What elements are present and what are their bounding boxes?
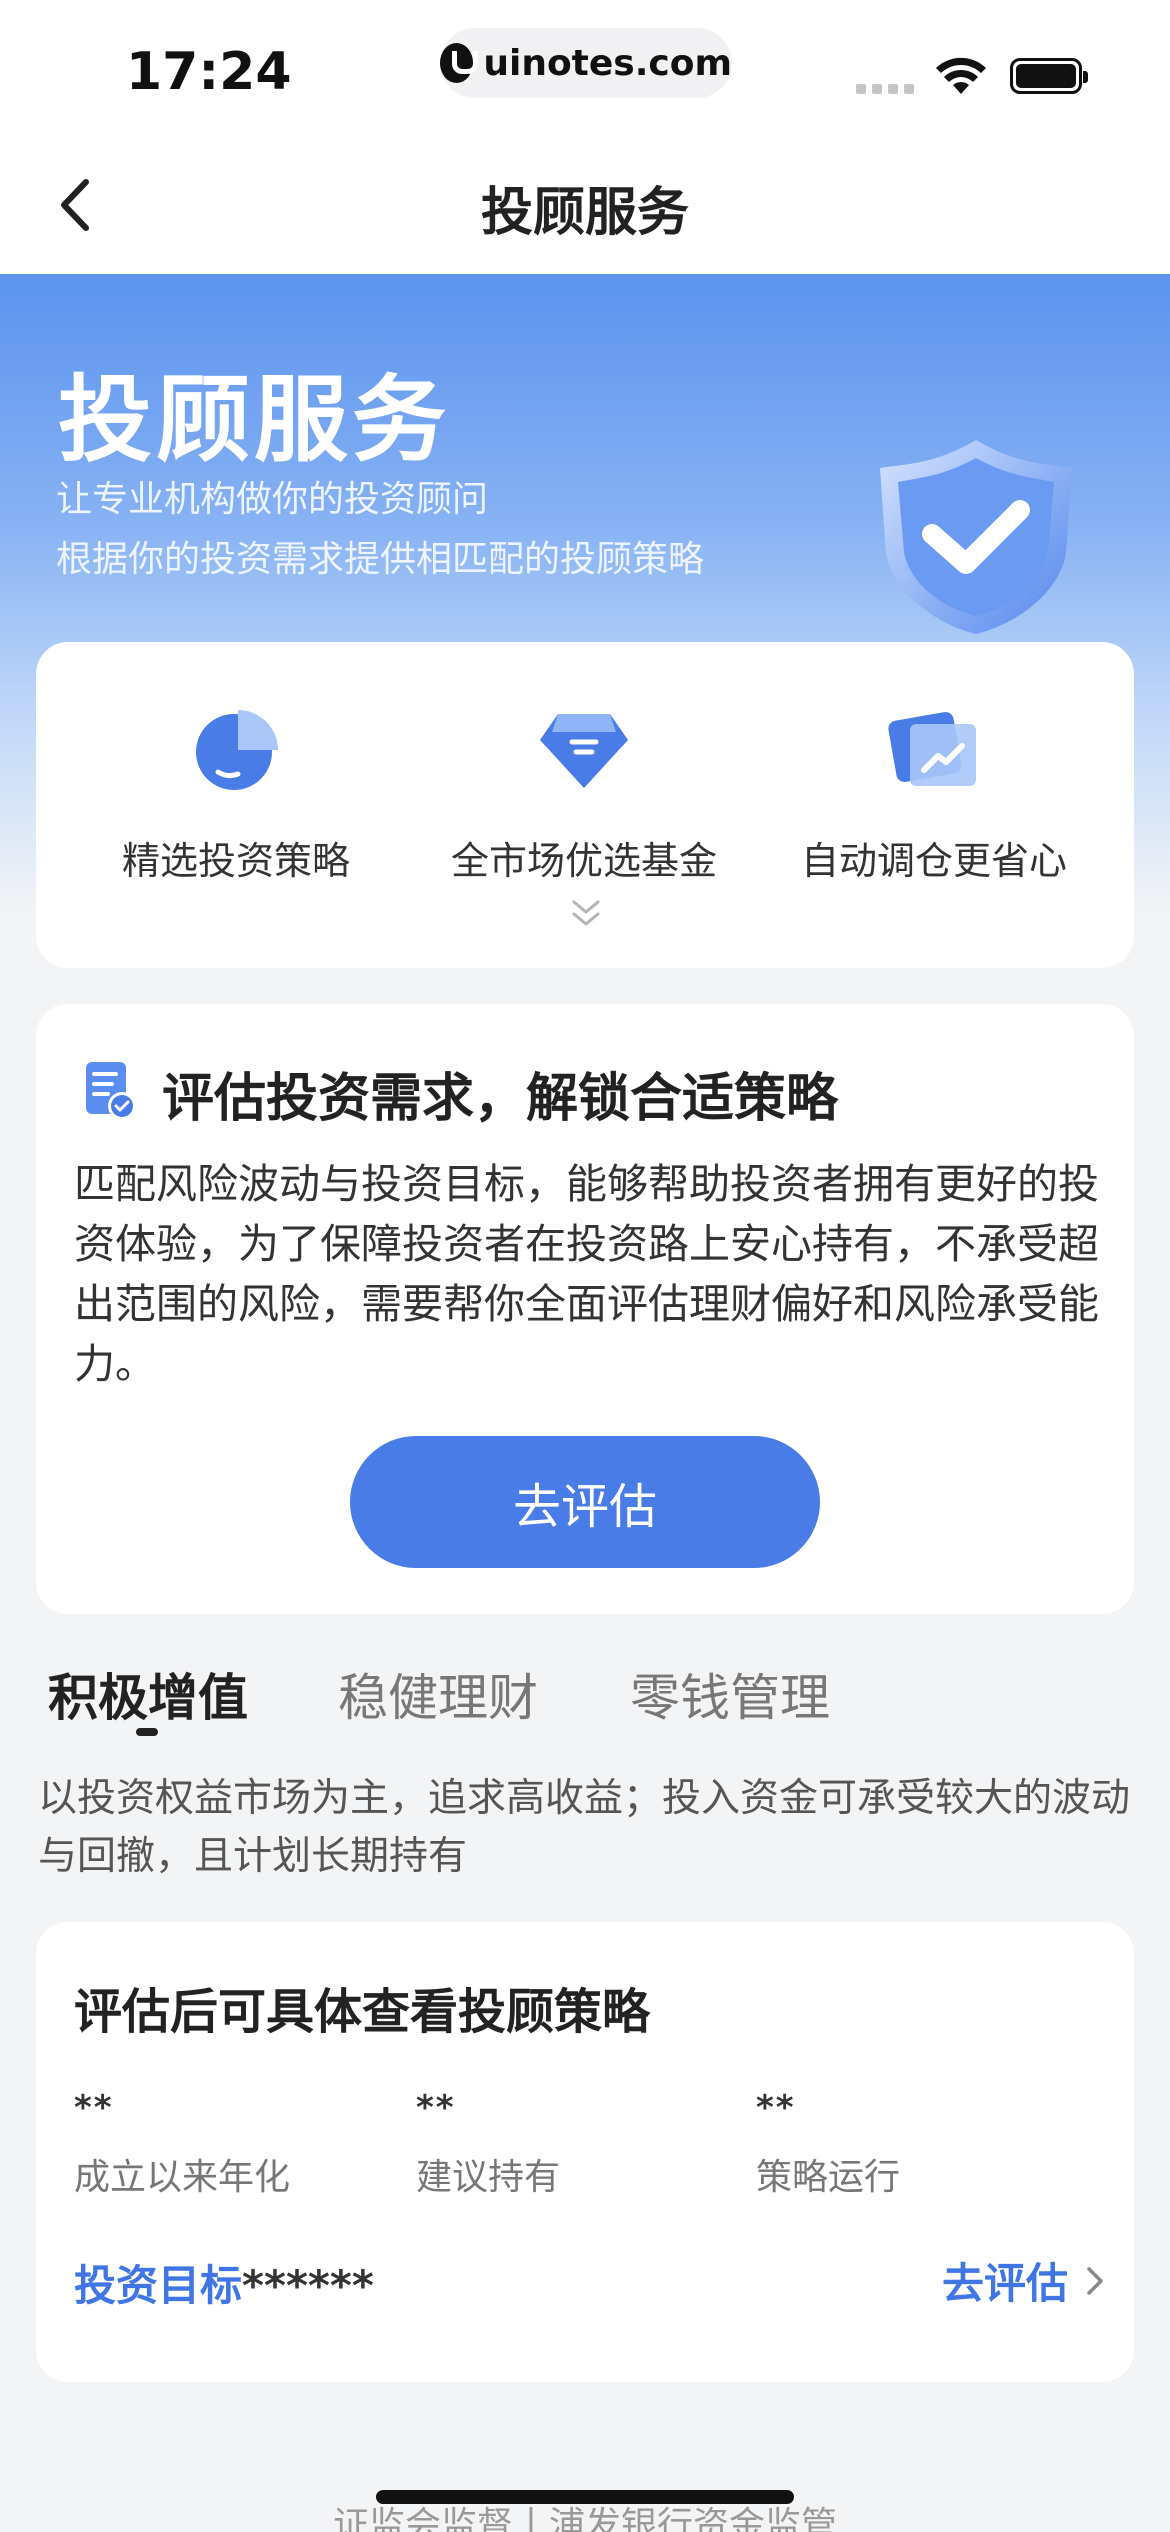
assessment-doc-icon <box>86 1062 136 1120</box>
metric-value: ** <box>756 2088 796 2128</box>
shield-check-icon <box>880 440 1072 634</box>
metric-label: 成立以来年化 <box>74 2157 291 2198</box>
feature-strategy[interactable]: 精选投资策略 <box>56 702 416 885</box>
url-pill[interactable]: uinotes.com <box>440 28 732 98</box>
battery-icon <box>1010 58 1088 94</box>
hero-title: 投顾服务 <box>58 366 451 475</box>
tab-aggressive-growth[interactable]: 积极增值 <box>48 1658 248 1730</box>
metric-value: ** <box>74 2088 114 2128</box>
goal-label: 投资目标 <box>74 2261 243 2310</box>
home-indicator[interactable] <box>376 2490 794 2504</box>
status-bar: 17:24 uinotes.com <box>0 0 1170 140</box>
active-tab-indicator <box>136 1728 158 1736</box>
metric-label: 建议持有 <box>416 2157 561 2198</box>
hero-subtitle-2: 根据你的投资需求提供相匹配的投顾策略 <box>56 539 705 580</box>
site-logo-icon <box>440 43 479 83</box>
feature-label: 精选投资策略 <box>121 839 350 883</box>
expand-chevron-icon[interactable] <box>566 894 606 934</box>
pie-chart-icon <box>196 710 278 790</box>
metric-running: ** 策略运行 <box>756 2088 900 2200</box>
feature-label: 全市场优选基金 <box>450 839 717 883</box>
assess-button[interactable]: 去评估 <box>350 1436 820 1568</box>
trend-chart-icon <box>888 712 976 786</box>
feature-label: 自动调仓更省心 <box>800 839 1067 883</box>
cellular-signal-icon <box>856 84 914 94</box>
nav-bar: 投顾服务 <box>0 140 1170 274</box>
tab-description: 以投资权益市场为主，追求高收益；投入资金可承受较大的波动与回撤，且计划长期持有 <box>38 1776 1131 1879</box>
wifi-icon <box>936 57 986 94</box>
tab-steady-finance[interactable]: 稳健理财 <box>338 1658 538 1730</box>
status-time: 17:24 <box>126 42 292 102</box>
url-text: uinotes.com <box>483 42 732 84</box>
diamond-icon <box>540 714 628 788</box>
chevron-right-icon <box>1087 2266 1103 2295</box>
tab-cash-management[interactable]: 零钱管理 <box>630 1658 830 1730</box>
assessment-card: 评估投资需求，解锁合适策略 匹配风险波动与投资目标，能够帮助投资者拥有更好的投资… <box>36 1004 1134 1614</box>
metric-value: ** <box>416 2088 456 2128</box>
page-title: 投顾服务 <box>480 183 689 243</box>
metric-label: 策略运行 <box>756 2157 901 2198</box>
hero-subtitle-1: 让专业机构做你的投资顾问 <box>56 479 489 520</box>
feature-funds[interactable]: 全市场优选基金 <box>404 702 764 885</box>
metric-annualized: ** 成立以来年化 <box>74 2088 290 2200</box>
feature-rebalance[interactable]: 自动调仓更省心 <box>754 702 1114 885</box>
features-card: 精选投资策略 全市场优选基金 自动调仓更省心 <box>36 642 1134 968</box>
investment-goal: 投资目标****** <box>74 2252 374 2313</box>
go-assess-link[interactable]: 去评估 <box>942 2250 1108 2311</box>
go-assess-label: 去评估 <box>941 2259 1068 2308</box>
assessment-title: 评估投资需求，解锁合适策略 <box>162 1069 839 1129</box>
goal-value: ****** <box>242 2261 374 2310</box>
strategy-card-title: 评估后可具体查看投顾策略 <box>74 1984 651 2040</box>
assessment-description: 匹配风险波动与投资目标，能够帮助投资者拥有更好的投资体验，为了保障投资者在投资路… <box>74 1160 1099 1388</box>
strategy-card: 评估后可具体查看投顾策略 ** 成立以来年化 ** 建议持有 ** 策略运行 投… <box>36 1922 1134 2382</box>
metric-holding: ** 建议持有 <box>416 2088 560 2200</box>
